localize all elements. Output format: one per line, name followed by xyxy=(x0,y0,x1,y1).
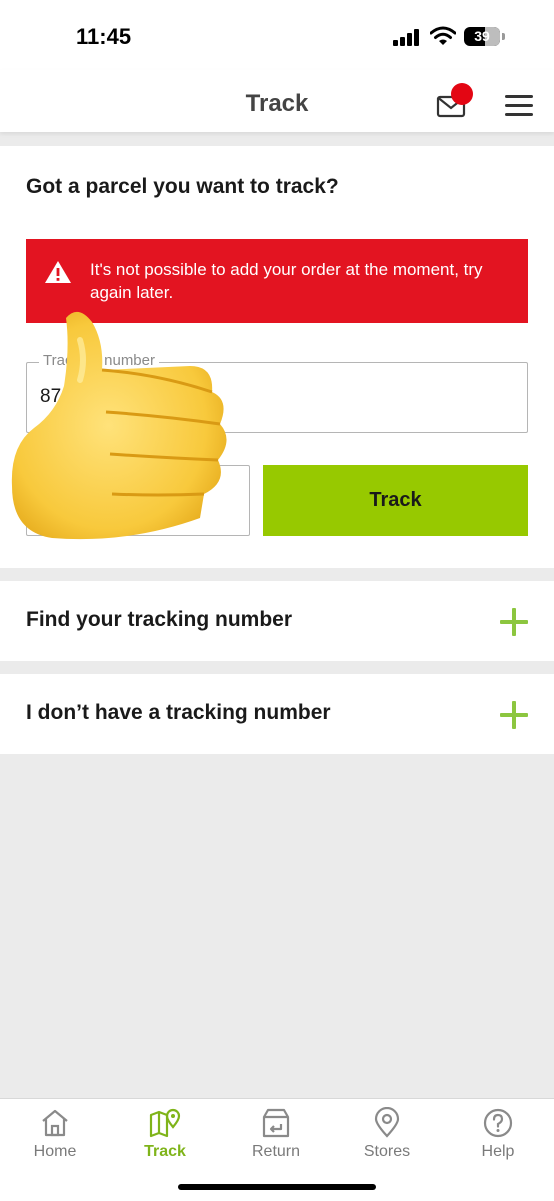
app-header: Track xyxy=(0,70,554,132)
tab-label: Stores xyxy=(363,1143,411,1160)
error-message: It's not possible to add your order at t… xyxy=(90,260,483,302)
tab-track[interactable]: Track xyxy=(110,1107,220,1167)
tab-label: Help xyxy=(481,1143,515,1160)
thumbs-up-emoji xyxy=(11,311,227,540)
battery-level: 39 xyxy=(474,28,490,44)
accordion-no-tracking-number[interactable]: I don’t have a tracking number xyxy=(0,674,554,754)
plus-icon[interactable] xyxy=(500,608,528,636)
warning-icon xyxy=(45,261,71,283)
accordion-label: I don’t have a tracking number xyxy=(26,701,331,724)
notification-badge xyxy=(451,83,473,105)
tab-label: Return xyxy=(251,1143,301,1160)
home-indicator xyxy=(178,1184,376,1190)
return-box-icon xyxy=(262,1108,290,1138)
accordion-label: Find your tracking number xyxy=(26,608,293,631)
accordion-find-tracking-number[interactable]: Find your tracking number xyxy=(0,581,554,661)
plus-icon[interactable] xyxy=(500,701,528,729)
tab-label: Home xyxy=(33,1143,77,1160)
tab-stores[interactable]: Stores xyxy=(332,1107,442,1167)
home-icon xyxy=(42,1109,68,1137)
cellular-signal-icon xyxy=(393,29,421,46)
map-icon xyxy=(149,1108,181,1138)
tab-label: Track xyxy=(144,1143,186,1160)
tab-return[interactable]: Return xyxy=(221,1107,331,1167)
wifi-icon xyxy=(430,26,456,45)
battery-icon: 39 xyxy=(464,27,500,46)
help-icon xyxy=(483,1108,513,1138)
card-title: Got a parcel you want to track? xyxy=(26,175,339,198)
track-button[interactable]: Track xyxy=(263,465,528,536)
status-time: 11:45 xyxy=(76,24,132,49)
tab-help[interactable]: Help xyxy=(443,1107,553,1167)
location-pin-icon xyxy=(374,1107,400,1138)
battery-tip xyxy=(502,33,505,40)
tab-home[interactable]: Home xyxy=(0,1107,110,1167)
status-bar: 11:45 39 xyxy=(0,0,554,70)
menu-icon[interactable] xyxy=(505,95,535,117)
